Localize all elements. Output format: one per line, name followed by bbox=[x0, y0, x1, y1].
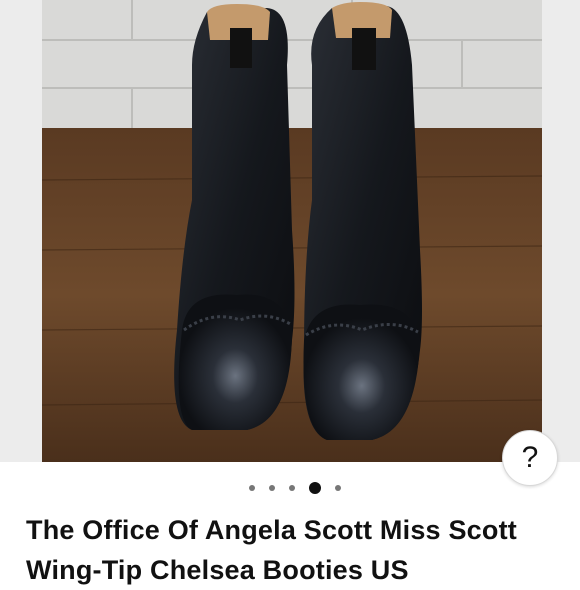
image-gallery[interactable] bbox=[0, 0, 580, 462]
question-mark-icon: ? bbox=[521, 441, 539, 474]
carousel-dot-active[interactable] bbox=[309, 482, 321, 494]
carousel-indicators bbox=[5, 482, 580, 494]
carousel-dot[interactable] bbox=[289, 485, 295, 491]
product-photo-image bbox=[42, 0, 542, 462]
help-button[interactable]: ? bbox=[502, 430, 558, 486]
listing-title: The Office Of Angela Scott Miss Scott Wi… bbox=[26, 515, 517, 585]
carousel-dot[interactable] bbox=[269, 485, 275, 491]
carousel-dot[interactable] bbox=[335, 485, 341, 491]
carousel-dot[interactable] bbox=[249, 485, 255, 491]
product-photo[interactable] bbox=[42, 0, 542, 462]
